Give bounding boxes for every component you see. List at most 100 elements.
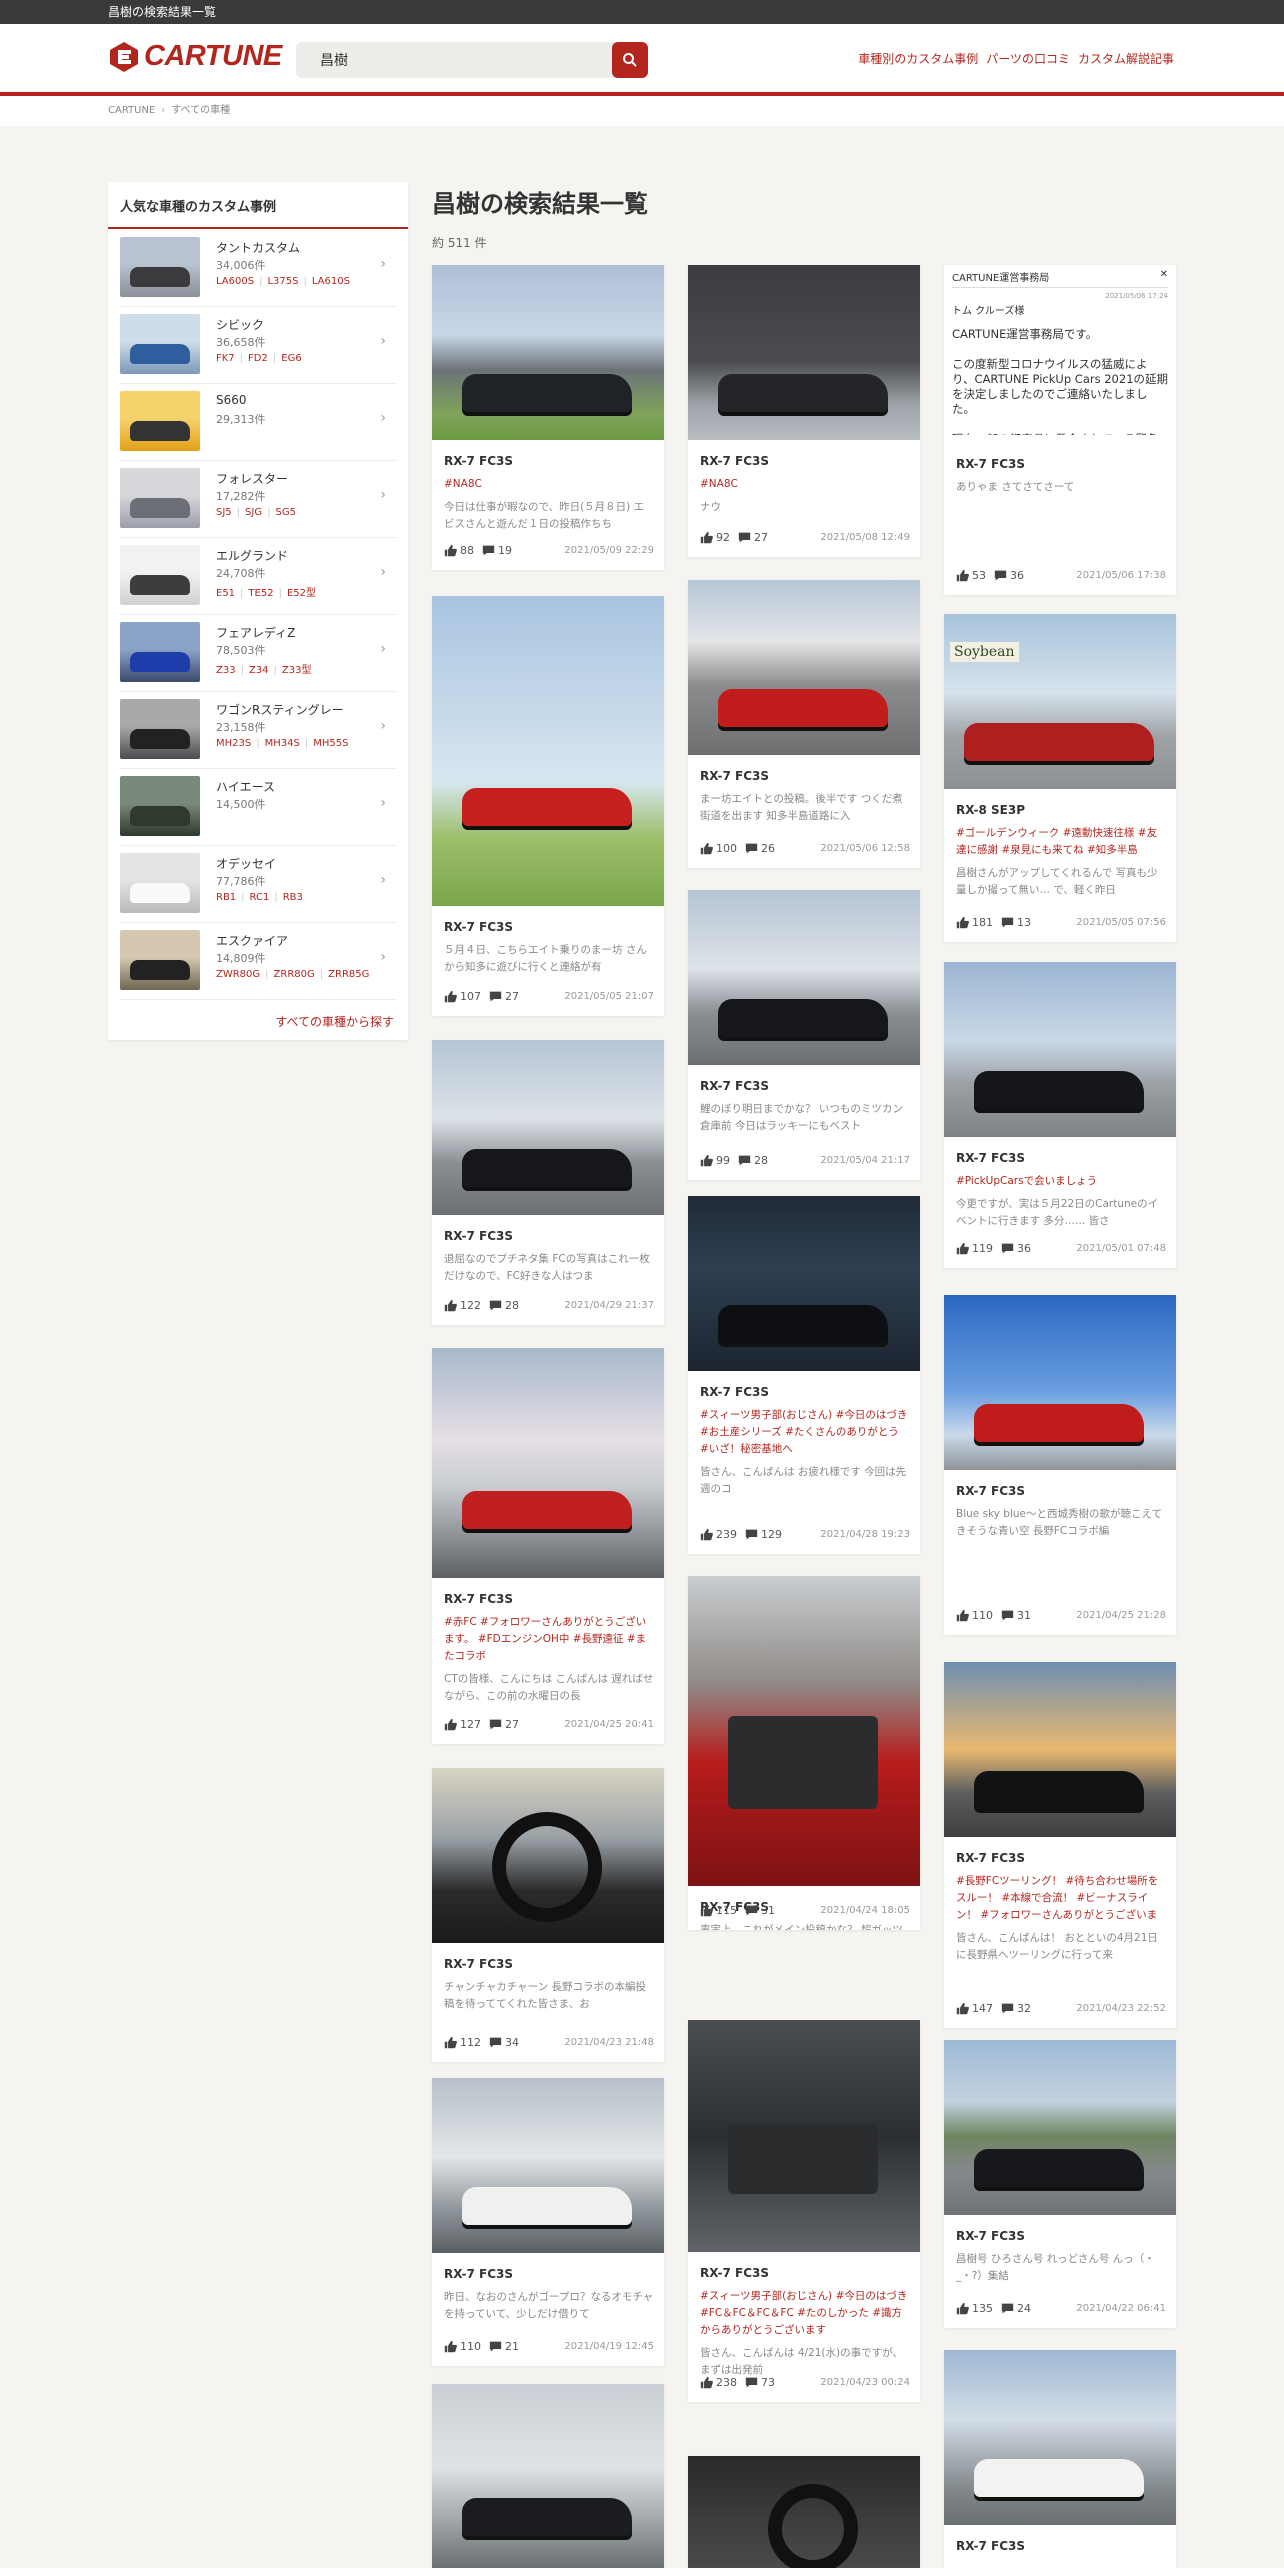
- model-code[interactable]: ZRR80G: [260, 969, 315, 980]
- thumbs-up-icon[interactable]: [444, 544, 457, 557]
- model-code[interactable]: FK7: [216, 353, 235, 364]
- post-card[interactable]: RX-7 FC3S #NA8C ナウ 92 27 2021/05/08 12:49: [688, 265, 920, 557]
- model-code[interactable]: MH23S: [216, 738, 251, 749]
- post-tags[interactable]: #長野FCツーリング！ #待ち合わせ場所をスルー！ #本線で合流！ #ビーナスラ…: [956, 1873, 1166, 1924]
- comment-icon[interactable]: [745, 1528, 758, 1541]
- post-card[interactable]: RX-7 FC3S Blue sky blue～と西城秀樹の歌が聴こえてきそうな青…: [944, 1295, 1176, 1635]
- sidebar-item[interactable]: シビック 36,658件 FK7FD2EG6 ›: [120, 307, 396, 384]
- nav-parts-reviews[interactable]: パーツの口コミ: [986, 50, 1070, 67]
- sidebar-item[interactable]: フォレスター 17,282件 SJ5SJGSG5 ›: [120, 461, 396, 538]
- model-code[interactable]: E51: [216, 588, 235, 599]
- thumbs-up-icon[interactable]: [956, 2302, 969, 2315]
- breadcrumb-home[interactable]: CARTUNE: [108, 96, 155, 126]
- comment-icon[interactable]: [1001, 916, 1014, 929]
- nav-custom-articles[interactable]: カスタム解説記事: [1078, 50, 1174, 67]
- post-card[interactable]: RX-7 FC3S事実上、これがメイン投稿かな？ 超ガッツリ載せますよー FC写…: [688, 1576, 920, 1930]
- post-card[interactable]: RX-7 FC3S #スィーツ男子部(おじさん) #今日のはづき #お土産シリーズ…: [688, 1196, 920, 1554]
- model-code[interactable]: RC1: [236, 892, 269, 903]
- model-code[interactable]: LA600S: [216, 276, 254, 287]
- comment-icon[interactable]: [1001, 1609, 1014, 1622]
- all-models-link[interactable]: すべての車種から探す: [275, 1013, 394, 1030]
- comment-icon[interactable]: [489, 2340, 502, 2353]
- thumbs-up-icon[interactable]: [444, 1718, 457, 1731]
- sidebar-item[interactable]: タントカスタム 34,006件 LA600SL375SLA610S ›: [120, 230, 396, 307]
- model-code[interactable]: MH55S: [300, 738, 349, 749]
- post-tags[interactable]: #PickUpCarsで会いましょう: [956, 1173, 1166, 1190]
- comment-icon[interactable]: [489, 2036, 502, 2049]
- post-card[interactable]: RX-7 FC3S ５月４日、こちらエイト乗りのまー坊 さんから知多に遊びに行くと…: [432, 596, 664, 1016]
- post-tags[interactable]: #スィーツ男子部(おじさん) #今日のはづき #FC＆FC＆FC＆FC #たのし…: [700, 2288, 910, 2339]
- thumbs-up-icon[interactable]: [700, 2376, 713, 2389]
- post-card[interactable]: RX-7 FC3S #PickUpCarsで会いましょう 今更ですが、実は５月22日…: [944, 962, 1176, 1268]
- comment-icon[interactable]: [482, 544, 495, 557]
- comment-icon[interactable]: [1001, 2302, 1014, 2315]
- post-card[interactable]: [688, 2456, 920, 2568]
- post-card[interactable]: RX-7 FC3S 鯉のぼり明日までかな？ いつものミツカン倉庫前 今日はラッキー…: [688, 890, 920, 1180]
- post-card[interactable]: RX-7 FC3S 昨日、なおのさんがゴープロ？なるオモチャを持っていて、少しだけ…: [432, 2078, 664, 2366]
- sidebar-item[interactable]: ワゴンRスティングレー 23,158件 MH23SMH34SMH55S ›: [120, 692, 396, 769]
- thumbs-up-icon[interactable]: [700, 531, 713, 544]
- post-tags[interactable]: #NA8C: [444, 476, 654, 493]
- search-button[interactable]: [612, 42, 648, 78]
- model-code[interactable]: L375S: [254, 276, 298, 287]
- model-code[interactable]: Z33: [216, 665, 236, 676]
- cartune-logo[interactable]: CARTUNE: [108, 40, 282, 73]
- thumbs-up-icon[interactable]: [956, 1609, 969, 1622]
- post-card[interactable]: RX-7 FC3S #赤FC #フォロワーさんありがとうございます。 #FDエンジ…: [432, 1348, 664, 1744]
- sidebar-item[interactable]: オデッセイ 77,786件 RB1RC1RB3 ›: [120, 846, 396, 923]
- thumbs-up-icon[interactable]: [700, 842, 713, 855]
- post-tags[interactable]: #赤FC #フォロワーさんありがとうございます。 #FDエンジンOH中 #長野遠…: [444, 1614, 654, 1665]
- post-card[interactable]: CARTUNE運営事務局 ✕ 2021/05/06 17:24 トム クルーズ様 …: [944, 265, 1176, 595]
- nav-custom-by-model[interactable]: 車種別のカスタム事例: [858, 50, 978, 67]
- post-card[interactable]: RX-7 FC3S #長野FCツーリング！ #待ち合わせ場所をスルー！ #本線で合…: [944, 1662, 1176, 2028]
- sidebar-item[interactable]: エスクァイア 14,809件 ZWR80GZRR80GZRR85G ›: [120, 923, 396, 1000]
- comment-icon[interactable]: [738, 1154, 751, 1167]
- thumbs-up-icon[interactable]: [700, 1904, 713, 1917]
- model-code[interactable]: ZRR85G: [315, 969, 370, 980]
- model-code[interactable]: SJG: [232, 507, 262, 518]
- post-tags[interactable]: #スィーツ男子部(おじさん) #今日のはづき #お土産シリーズ #たくさんのあり…: [700, 1407, 910, 1458]
- thumbs-up-icon[interactable]: [956, 2002, 969, 2015]
- comment-icon[interactable]: [489, 1718, 502, 1731]
- post-card[interactable]: RX-7 FC3S チャンチャカチャーン 長野コラボの本編投稿を待っててくれた皆さ…: [432, 1768, 664, 2062]
- comment-icon[interactable]: [1001, 1242, 1014, 1255]
- thumbs-up-icon[interactable]: [444, 2036, 457, 2049]
- comment-icon[interactable]: [745, 1904, 758, 1917]
- model-code[interactable]: RB1: [216, 892, 236, 903]
- model-code[interactable]: Z34: [236, 665, 269, 676]
- comment-icon[interactable]: [738, 531, 751, 544]
- thumbs-up-icon[interactable]: [956, 916, 969, 929]
- breadcrumb-all-models[interactable]: すべての車種: [171, 96, 230, 126]
- thumbs-up-icon[interactable]: [956, 569, 969, 582]
- model-code[interactable]: E52型: [274, 588, 316, 599]
- thumbs-up-icon[interactable]: [956, 1242, 969, 1255]
- post-card[interactable]: [432, 2384, 664, 2568]
- model-code[interactable]: TE52: [235, 588, 274, 599]
- sidebar-item[interactable]: エルグランド 24,708件 E51TE52E52型 ›: [120, 538, 396, 615]
- post-card[interactable]: Soybean RX-8 SE3P #ゴールデンウィーク #遠動快速往様 #友達に感…: [944, 614, 1176, 942]
- model-code[interactable]: SG5: [262, 507, 296, 518]
- model-code[interactable]: RB3: [269, 892, 303, 903]
- model-code[interactable]: LA610S: [298, 276, 349, 287]
- comment-icon[interactable]: [489, 990, 502, 1003]
- search-input[interactable]: [296, 42, 610, 78]
- thumbs-up-icon[interactable]: [700, 1154, 713, 1167]
- model-code[interactable]: FD2: [235, 353, 268, 364]
- model-code[interactable]: Z33型: [269, 665, 312, 676]
- thumbs-up-icon[interactable]: [444, 990, 457, 1003]
- comment-icon[interactable]: [489, 1299, 502, 1312]
- post-tags[interactable]: #ゴールデンウィーク #遠動快速往様 #友達に感謝 #泉見にも来てね #知多半島: [956, 825, 1166, 859]
- post-tags[interactable]: #NA8C: [700, 476, 910, 493]
- thumbs-up-icon[interactable]: [700, 1528, 713, 1541]
- post-card[interactable]: RX-7 FC3S: [944, 2350, 1176, 2568]
- post-card[interactable]: RX-7 FC3S 昌樹号 ひろさん号 れっどさん号 んっ（・_・?）集結 135…: [944, 2040, 1176, 2328]
- thumbs-up-icon[interactable]: [444, 1299, 457, 1312]
- post-card[interactable]: RX-7 FC3S 退屈なのでプチネタ集 FCの写真はこれ一枚だけなので、FC好き…: [432, 1040, 664, 1325]
- comment-icon[interactable]: [1001, 2002, 1014, 2015]
- post-card[interactable]: RX-7 FC3S #スィーツ男子部(おじさん) #今日のはづき #FC＆FC＆F…: [688, 2020, 920, 2402]
- sidebar-item[interactable]: ハイエース 14,500件 ›: [120, 769, 396, 846]
- thumbs-up-icon[interactable]: [444, 2340, 457, 2353]
- post-card[interactable]: RX-7 FC3S #NA8C 今日は仕事が暇なので、昨日(５月８日) エビスさんと…: [432, 265, 664, 570]
- comment-icon[interactable]: [994, 569, 1007, 582]
- comment-icon[interactable]: [745, 2376, 758, 2389]
